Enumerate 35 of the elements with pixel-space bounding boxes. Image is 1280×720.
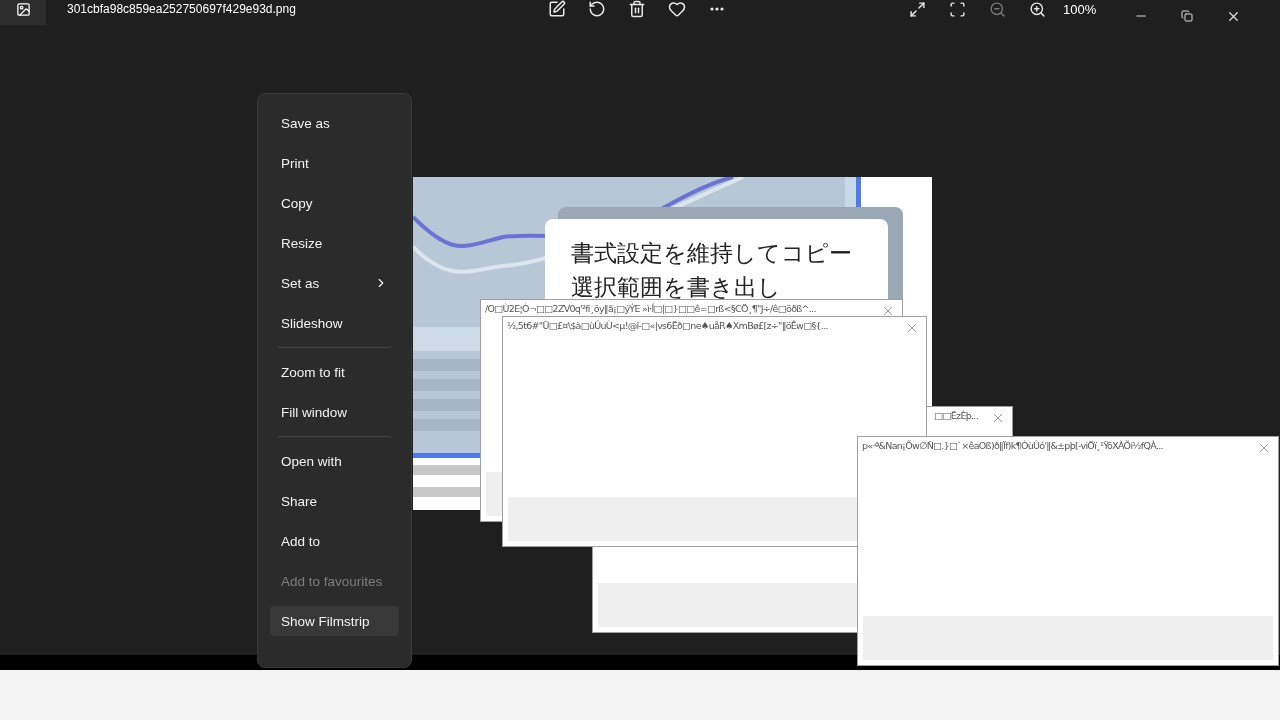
menu-item[interactable]: Save as [270,108,399,138]
zoom-level: 100% [1063,1,1097,17]
pen-icon [548,0,566,18]
heart-icon [668,0,686,18]
close-icon [1257,441,1271,455]
menu-item[interactable]: Share [270,486,399,516]
photos-app-icon [15,1,31,17]
close-icon [881,304,895,318]
menu-item[interactable]: Print [270,148,399,178]
menu-item[interactable]: Slideshow [270,308,399,338]
close-icon [905,321,919,335]
more-icon [710,7,724,11]
menu-item[interactable]: Open with [270,446,399,476]
zoom-out-icon [988,0,1006,18]
card-text: 選択範囲を書き出し [571,273,782,302]
menu-item[interactable]: Copy [270,188,399,218]
expand-icon [908,0,926,18]
menu-item[interactable]: Set as [270,268,399,298]
zoom-in-icon [1028,0,1046,18]
window-title: □□ËzÈþ... [934,410,978,422]
card-text: 書式設定を維持してコピー [571,239,853,268]
frame-icon [948,0,966,18]
file-name: 301cbfa98c859ea252750697f429e93d.png [67,2,297,16]
menu-item[interactable]: Show Filmstrip [270,606,399,636]
menu-item[interactable]: Resize [270,228,399,258]
menu-item[interactable]: Zoom to fit [270,357,399,387]
restore-icon [1181,10,1194,22]
menu-item[interactable]: Fill window [270,397,399,427]
trash-icon [628,0,646,18]
menu-item[interactable]: Add to [270,526,399,556]
window-title: /O□Ù2E¦Ò¬□□2ZV0q'²fi¸õy‖ã¡□ýÝE »ì·Í□|□}□□ê=□rß<§CÖ¸¶"J÷/ê□öðß^... [485,303,816,315]
window-title: p«·ª&Nan¡Õw∅Ñ□.}□`×êaOß)ð‖Ïf)k¶ÒùÛó'‖&±pþ[-viÖï¸¹ŸõXÀÕi½fQÀ... [862,440,1163,452]
rotate-icon [588,0,606,18]
window-title: ½,5t6#"Ü□£¤\$à□ùÛuÙ<µ!@î-□«|vs6Ëð□ne♠uåR♠XmBø£[z÷"‖öÊw□§{... [507,320,828,332]
close-icon [991,411,1005,425]
